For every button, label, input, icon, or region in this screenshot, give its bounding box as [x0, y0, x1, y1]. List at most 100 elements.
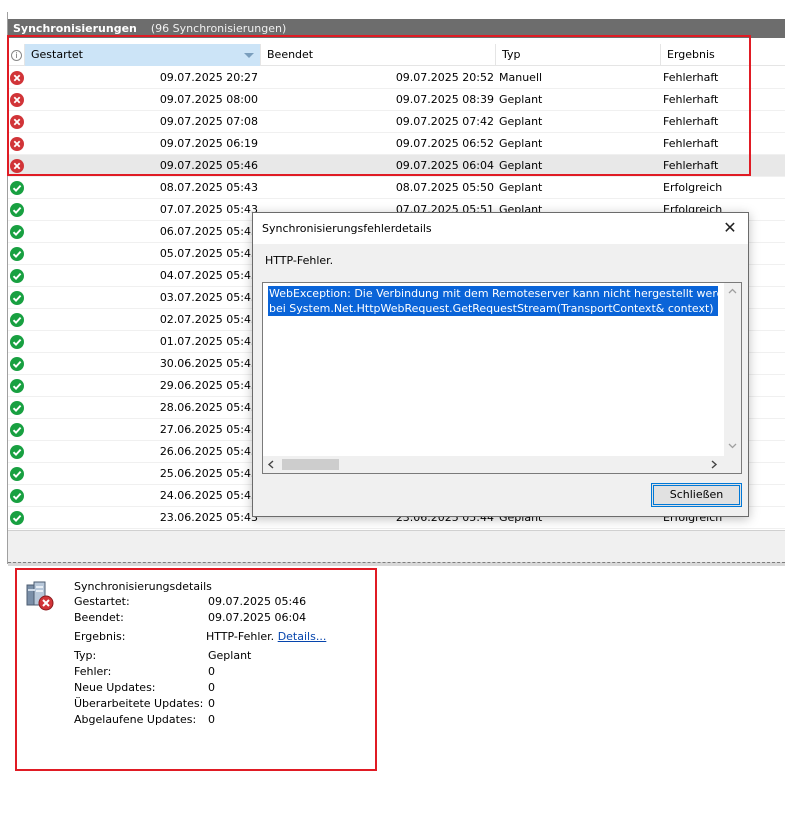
sync-panel-title: Synchronisierungen: [13, 22, 137, 35]
grid-column-header: i Gestartet Beendet Typ Ergebnis: [8, 44, 785, 66]
grid-empty-area: [8, 530, 785, 564]
success-status-icon: [10, 467, 24, 481]
cell-started: 25.06.2025 05:43: [159, 467, 258, 480]
sync-panel-header: Synchronisierungen (96 Synchronisierunge…: [8, 19, 785, 38]
cell-ended: 08.07.2025 05:50: [395, 181, 494, 194]
horizontal-scrollbar[interactable]: [263, 456, 741, 473]
success-status-icon: [10, 335, 24, 349]
table-row[interactable]: 09.07.2025 06:19 09.07.2025 06:52 Geplant F…: [8, 133, 785, 155]
details-result-label: Ergebnis:: [74, 630, 126, 643]
column-started[interactable]: Gestartet: [25, 44, 261, 66]
error-detail-textbox[interactable]: WebException: Die Verbindung mit dem Rem…: [262, 282, 742, 474]
cell-started: 03.07.2025 05:43: [159, 291, 258, 304]
info-column-header[interactable]: i: [8, 44, 25, 66]
cell-started: 09.07.2025 08:00: [159, 93, 258, 106]
cell-started: 09.07.2025 05:46: [159, 159, 258, 172]
scroll-down-icon[interactable]: [728, 441, 737, 450]
close-icon[interactable]: ✕: [720, 218, 740, 238]
close-button[interactable]: Schließen: [651, 483, 742, 507]
success-status-icon: [10, 445, 24, 459]
success-status-icon: [10, 379, 24, 393]
cell-started: 02.07.2025 05:43: [159, 313, 258, 326]
cell-started: 24.06.2025 05:43: [159, 489, 258, 502]
column-result[interactable]: Ergebnis: [661, 44, 785, 66]
cell-started: 30.06.2025 05:43: [159, 357, 258, 370]
cell-ended: 09.07.2025 08:39: [395, 93, 494, 106]
details-link[interactable]: Details...: [278, 630, 327, 643]
cell-started: 29.06.2025 05:43: [159, 379, 258, 392]
details-result-value: HTTP-Fehler. Details...: [206, 629, 326, 645]
cell-ended: 09.07.2025 06:52: [395, 137, 494, 150]
table-row[interactable]: 09.07.2025 05:46 09.07.2025 06:04 Geplant F…: [8, 155, 785, 177]
success-status-icon: [10, 401, 24, 415]
error-detail-line-1: WebException: Die Verbindung mit dem Rem…: [269, 287, 718, 300]
vertical-scrollbar[interactable]: [724, 283, 741, 457]
cell-ended: 09.07.2025 06:04: [395, 159, 494, 172]
dialog-message: HTTP-Fehler.: [265, 254, 334, 267]
details-result-text: HTTP-Fehler.: [206, 630, 275, 643]
error-detail-line-2: bei System.Net.HttpWebRequest.GetRequest…: [269, 302, 718, 315]
cell-result: Fehlerhaft: [663, 137, 719, 150]
cell-started: 04.07.2025 05:43: [159, 269, 258, 282]
details-type-value: Geplant: [208, 649, 252, 662]
sync-error-dialog: Synchronisierungsfehlerdetails ✕ HTTP-Fe…: [252, 212, 749, 517]
cell-ended: 09.07.2025 07:42: [395, 115, 494, 128]
cell-started: 06.07.2025 05:43: [159, 225, 258, 238]
details-started-label: Gestartet:: [74, 595, 130, 608]
table-row[interactable]: 09.07.2025 08:00 09.07.2025 08:39 Geplant F…: [8, 89, 785, 111]
success-status-icon: [10, 181, 24, 195]
info-icon: i: [11, 50, 22, 61]
details-errors-value: 0: [208, 665, 215, 678]
error-detail-selection: WebException: Die Verbindung mit dem Rem…: [268, 286, 718, 316]
column-ended-label: Beendet: [267, 48, 314, 61]
table-row[interactable]: 09.07.2025 07:08 09.07.2025 07:42 Geplant F…: [8, 111, 785, 133]
cell-started: 05.07.2025 05:43: [159, 247, 258, 260]
error-status-icon: [10, 71, 24, 85]
details-new-updates-label: Neue Updates:: [74, 681, 156, 694]
cell-result: Erfolgreich: [663, 181, 723, 194]
server-error-icon: [24, 579, 56, 611]
sync-count-label: (96 Synchronisierungen): [150, 22, 287, 35]
cell-started: 09.07.2025 07:08: [159, 115, 258, 128]
details-expired-updates-label: Abgelaufene Updates:: [74, 713, 197, 726]
success-status-icon: [10, 511, 24, 525]
horizontal-scroll-thumb[interactable]: [282, 459, 339, 470]
details-type-label: Typ:: [74, 649, 97, 662]
details-revised-updates-value: 0: [208, 697, 215, 710]
column-started-label: Gestartet: [31, 48, 83, 61]
details-started-value: 09.07.2025 05:46: [208, 595, 307, 608]
column-type[interactable]: Typ: [496, 44, 661, 66]
table-row[interactable]: 09.07.2025 20:27 09.07.2025 20:52 Manuell F…: [8, 67, 785, 89]
success-status-icon: [10, 225, 24, 239]
error-status-icon: [10, 93, 24, 107]
table-row[interactable]: 08.07.2025 05:43 08.07.2025 05:50 Geplant E…: [8, 177, 785, 199]
cell-started: 07.07.2025 05:43: [159, 203, 258, 216]
cell-started: 26.06.2025 05:43: [159, 445, 258, 458]
details-revised-updates-label: Überarbeitete Updates:: [74, 697, 204, 710]
dialog-title: Synchronisierungsfehlerdetails: [262, 222, 432, 235]
cell-started: 09.07.2025 20:27: [159, 71, 258, 84]
details-expired-updates-value: 0: [208, 713, 215, 726]
column-type-label: Typ: [502, 48, 521, 61]
cell-started: 09.07.2025 06:19: [159, 137, 258, 150]
scroll-left-icon[interactable]: [266, 459, 276, 470]
scroll-up-icon[interactable]: [728, 287, 737, 296]
success-status-icon: [10, 291, 24, 305]
dialog-titlebar: Synchronisierungsfehlerdetails ✕: [253, 213, 748, 244]
details-title: Synchronisierungsdetails: [74, 580, 212, 593]
success-status-icon: [10, 203, 24, 217]
cell-ended: 09.07.2025 20:52: [395, 71, 494, 84]
cell-result: Fehlerhaft: [663, 71, 719, 84]
error-status-icon: [10, 159, 24, 173]
cell-type: Geplant: [499, 137, 543, 150]
error-status-icon: [10, 115, 24, 129]
column-ended[interactable]: Beendet: [261, 44, 496, 66]
details-new-updates-value: 0: [208, 681, 215, 694]
cell-type: Geplant: [499, 93, 543, 106]
success-status-icon: [10, 247, 24, 261]
cell-result: Fehlerhaft: [663, 159, 719, 172]
cell-type: Geplant: [499, 115, 543, 128]
scroll-right-icon[interactable]: [709, 459, 719, 470]
column-result-label: Ergebnis: [667, 48, 715, 61]
details-ended-label: Beendet:: [74, 611, 124, 624]
